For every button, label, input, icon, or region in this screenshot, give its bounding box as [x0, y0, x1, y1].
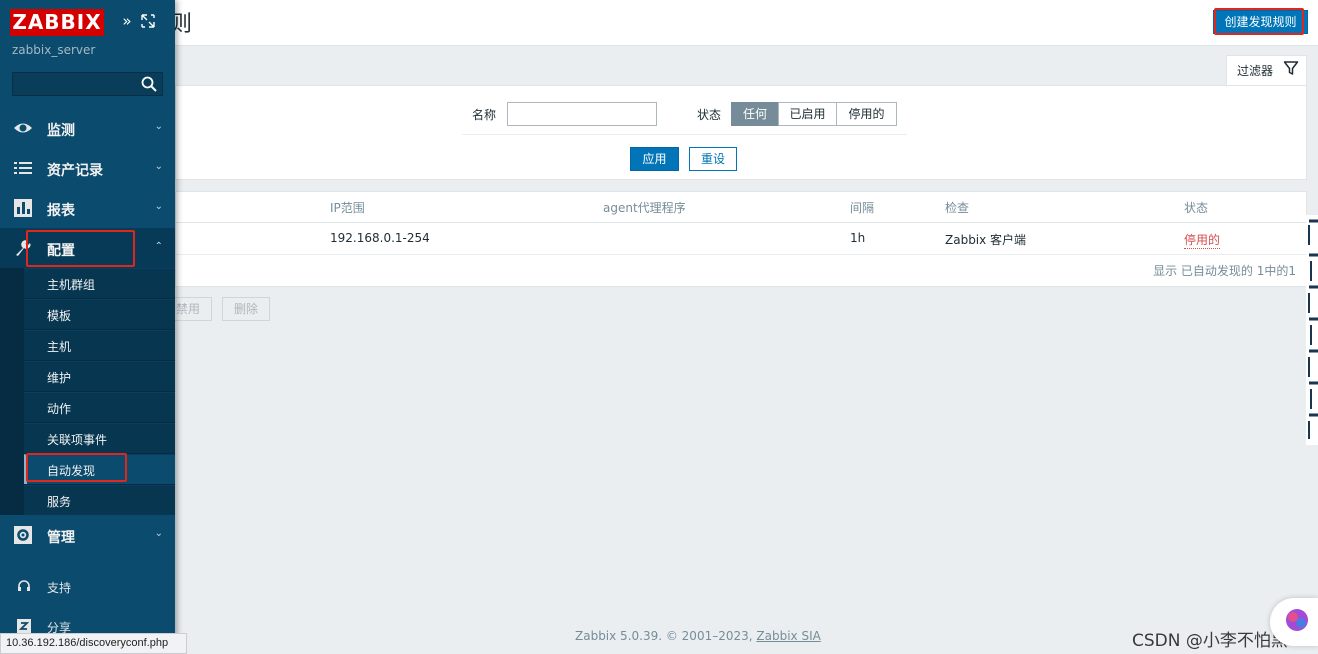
page-footer: Zabbix 5.0.39. © 2001–2023, Zabbix SIA [575, 629, 821, 643]
zabbix-logo[interactable]: ZABBIX [10, 9, 104, 36]
filter-tab-label: 过滤器 [1237, 64, 1274, 78]
chevron-up-icon: ⌃ [154, 241, 163, 252]
status-disabled-button[interactable]: 停用的 [836, 102, 897, 126]
eye-icon [14, 123, 32, 133]
kiosk-mode-icon[interactable] [141, 14, 155, 28]
submenu-templates[interactable]: 模板 [24, 299, 175, 329]
column-checks: 检查 [945, 201, 970, 215]
configuration-submenu: 主机群组 模板 主机 维护 动作 关联项事件 自动发现 服务 [0, 268, 175, 515]
support-link[interactable]: 支持 [0, 568, 175, 604]
funnel-icon [1283, 61, 1299, 75]
reset-button[interactable]: 重设 [689, 147, 737, 171]
submenu-maintenance[interactable]: 维护 [24, 361, 175, 391]
status-url: 10.36.192.186/discoveryconf.php [0, 633, 187, 654]
chevron-down-icon: ⌄ [154, 161, 163, 172]
list-icon [14, 162, 32, 174]
filter-divider [462, 134, 907, 135]
submenu-label: 关联项事件 [47, 433, 108, 447]
submenu-hosts[interactable]: 主机 [24, 330, 175, 360]
row-interval: 1h [850, 231, 866, 245]
sidebar: ZABBIX » zabbix_server 监测 ⌄ 资产记录 ⌄ 报表 ⌄ … [0, 0, 175, 654]
submenu-discovery[interactable]: 自动发现 [24, 454, 175, 484]
create-discovery-rule-button[interactable]: 创建发现规则 [1213, 10, 1308, 34]
menu-administration[interactable]: 管理 ⌄ [0, 515, 175, 555]
submenu-services[interactable]: 服务 [24, 485, 175, 515]
filter-panel: 名称 状态 任何 已启用 停用的 应用 重设 [175, 85, 1307, 180]
menu-administration-label: 管理 [47, 530, 75, 546]
search-icon[interactable] [140, 75, 158, 93]
chevron-down-icon: ⌄ [154, 528, 163, 539]
delete-button[interactable]: 删除 [222, 297, 270, 321]
edge-decoration [1306, 215, 1318, 445]
footer-text: Zabbix 5.0.39. © 2001–2023, [575, 629, 757, 643]
footer-link[interactable]: Zabbix SIA [756, 629, 820, 643]
submenu-label: 动作 [47, 402, 72, 416]
submenu-label: 主机群组 [47, 278, 96, 292]
table-header-divider [176, 222, 1306, 223]
name-input[interactable] [507, 102, 657, 126]
column-ip-range[interactable]: IP范围 [330, 199, 365, 216]
gear-icon [14, 526, 32, 544]
column-proxy: agent代理程序 [603, 201, 686, 215]
headset-icon [18, 580, 30, 591]
status-any-button[interactable]: 任何 [731, 102, 779, 126]
watermark: CSDN @小李不怕黑 [1132, 631, 1288, 651]
status-enabled-button[interactable]: 已启用 [778, 102, 837, 126]
chevron-down-icon: ⌄ [154, 121, 163, 132]
sidebar-search-input[interactable] [13, 73, 137, 95]
menu-configuration[interactable]: 配置 ⌃ [0, 228, 175, 268]
row-checks: Zabbix 客户端 [945, 233, 1027, 247]
support-label: 支持 [47, 581, 72, 595]
submenu-label: 模板 [47, 309, 72, 323]
apply-button[interactable]: 应用 [630, 147, 679, 171]
logo-row: ZABBIX » [10, 8, 170, 38]
menu-inventory-label: 资产记录 [47, 163, 103, 179]
menu-monitoring-label: 监测 [47, 123, 75, 139]
submenu-host-groups[interactable]: 主机群组 [24, 268, 175, 298]
row-ip-range: 192.168.0.1-254 [330, 231, 430, 245]
submenu-actions[interactable]: 动作 [24, 392, 175, 422]
menu-monitoring[interactable]: 监测 ⌄ [0, 108, 175, 148]
submenu-label: 主机 [47, 340, 72, 354]
assistant-icon[interactable] [1270, 598, 1318, 646]
submenu-label: 维护 [47, 371, 72, 385]
menu-configuration-label: 配置 [47, 243, 75, 259]
column-status[interactable]: 状态 [1184, 199, 1208, 216]
discovery-table: IP范围 agent代理程序 间隔 检查 状态 192.168.0.1-254 … [175, 191, 1307, 287]
status-label: 状态 [697, 108, 722, 122]
menu-reports-label: 报表 [47, 203, 75, 219]
filter-tab[interactable]: 过滤器 [1226, 55, 1307, 86]
submenu-label: 自动发现 [47, 464, 96, 478]
chevron-down-icon: ⌄ [154, 201, 163, 212]
brain-icon [1286, 609, 1308, 631]
page-header: 则 创建发现规则 [0, 0, 1318, 46]
table-footer-count: 显示 已自动发现的 1中的1 [1153, 264, 1296, 278]
collapse-sidebar-icon[interactable]: » [117, 11, 137, 31]
wrench-icon [16, 240, 31, 256]
sidebar-search [12, 72, 163, 96]
menu-inventory[interactable]: 资产记录 ⌄ [0, 148, 175, 188]
row-status-link[interactable]: 停用的 [1184, 231, 1221, 249]
bar-chart-icon [14, 199, 32, 217]
row-divider [176, 254, 1306, 255]
server-name: zabbix_server [12, 43, 96, 57]
submenu-event-correlation[interactable]: 关联项事件 [24, 423, 175, 453]
submenu-label: 服务 [47, 495, 72, 509]
menu-reports[interactable]: 报表 ⌄ [0, 188, 175, 228]
name-label: 名称 [472, 108, 497, 122]
column-interval: 间隔 [850, 201, 875, 215]
zabbix-share-icon [17, 619, 31, 633]
